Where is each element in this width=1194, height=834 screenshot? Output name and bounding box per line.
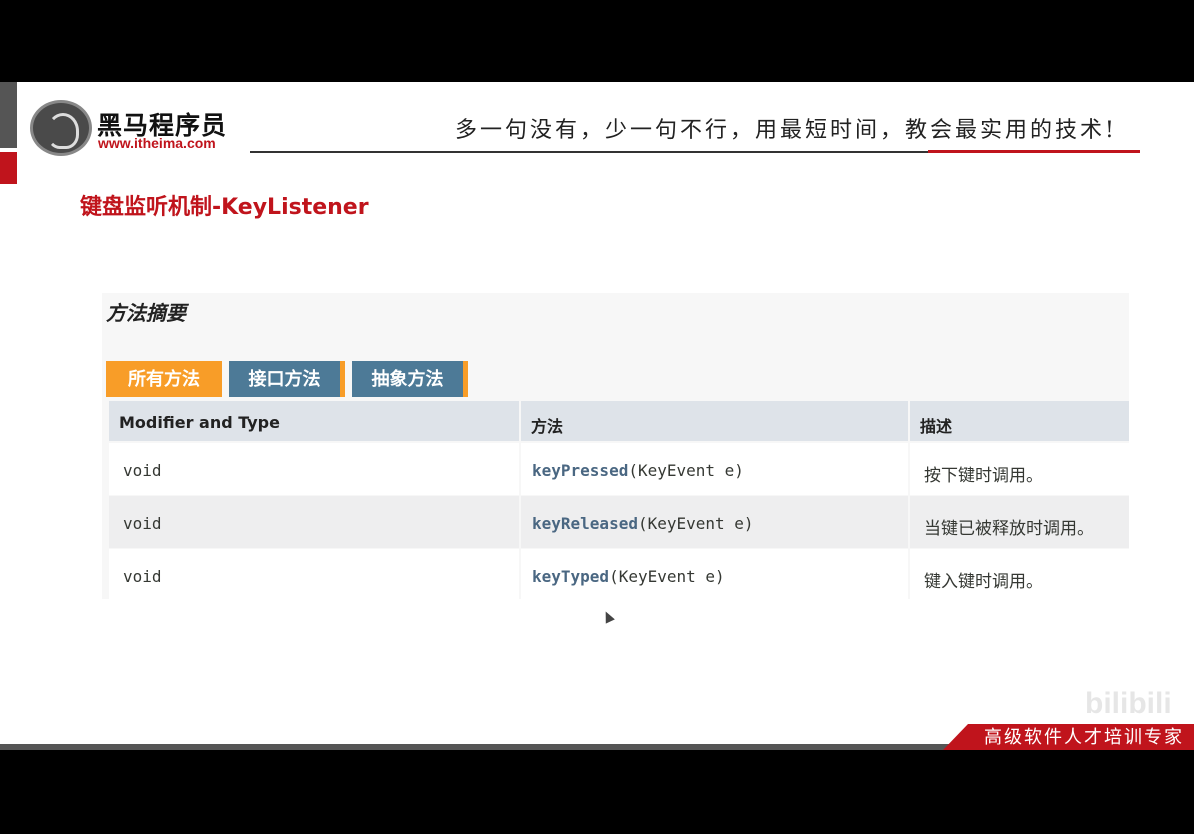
slide-title: 键盘监听机制-KeyListener	[80, 195, 369, 220]
header-divider	[250, 151, 928, 153]
column-header-description: 描述	[920, 417, 953, 436]
method-link[interactable]: keyTyped	[532, 567, 609, 586]
slide: 黑马程序员 www.itheima.com 多一句没有，少一句不行，用最短时间，…	[0, 82, 1194, 750]
table-cell: 按下键时调用。	[910, 443, 1129, 495]
header-divider-accent	[928, 150, 1140, 153]
method-signature: keyReleased(KeyEvent e)	[532, 514, 754, 533]
header-cell: 方法	[521, 401, 908, 441]
header-cell: Modifier and Type	[109, 401, 519, 441]
method-description: 键入键时调用。	[924, 572, 1043, 592]
tab-edge	[340, 361, 345, 397]
method-signature: keyTyped(KeyEvent e)	[532, 567, 725, 586]
horse-logo-icon	[30, 100, 92, 156]
table-row: void keyReleased(KeyEvent e) 当键已被释放时调用。	[109, 496, 1129, 548]
column-header-modifier: Modifier and Type	[119, 413, 280, 432]
tab-abstract-methods[interactable]: 抽象方法	[352, 361, 468, 397]
table-cell: keyPressed(KeyEvent e)	[521, 443, 908, 495]
panel-title: 方法摘要	[106, 301, 186, 325]
column-header-method: 方法	[531, 417, 564, 436]
method-link[interactable]: keyPressed	[532, 461, 628, 480]
table-cell: keyReleased(KeyEvent e)	[521, 496, 908, 548]
table-row: void keyPressed(KeyEvent e) 按下键时调用。	[109, 443, 1129, 495]
table-cell: void	[109, 443, 519, 495]
table-cell: void	[109, 549, 519, 601]
method-params: (KeyEvent e)	[637, 514, 754, 533]
tab-all-methods[interactable]: 所有方法	[106, 361, 222, 397]
footer-tagline: 高级软件人才培训专家	[968, 724, 1194, 750]
bilibili-watermark: bilibili	[1085, 687, 1172, 720]
tab-label: 抽象方法	[371, 369, 444, 390]
method-params: (KeyEvent e)	[628, 461, 744, 480]
table-cell: 键入键时调用。	[910, 549, 1129, 601]
method-signature: keyPressed(KeyEvent e)	[532, 461, 744, 480]
tab-interface-methods[interactable]: 接口方法	[229, 361, 345, 397]
table-row: void keyTyped(KeyEvent e) 键入键时调用。	[109, 549, 1129, 601]
left-accent-bar	[0, 82, 17, 148]
method-link[interactable]: keyReleased	[532, 514, 638, 533]
mouse-cursor-icon	[601, 609, 615, 624]
brand-url: www.itheima.com	[98, 135, 216, 151]
tab-label: 所有方法	[128, 369, 200, 390]
slogan: 多一句没有，少一句不行，用最短时间，教会最实用的技术!	[455, 118, 1117, 143]
method-summary-panel: 方法摘要 所有方法 接口方法 抽象方法 Modifier and Type 方法…	[102, 293, 1129, 601]
method-description: 当键已被释放时调用。	[924, 519, 1094, 539]
return-type: void	[123, 514, 162, 533]
return-type: void	[123, 461, 162, 480]
tab-edge	[463, 361, 468, 397]
header-cell: 描述	[910, 401, 1129, 441]
left-accent-bar-red	[0, 152, 17, 184]
return-type: void	[123, 567, 162, 586]
method-description: 按下键时调用。	[924, 466, 1043, 486]
footer-wedge	[943, 724, 968, 750]
table-cell: keyTyped(KeyEvent e)	[521, 549, 908, 601]
method-params: (KeyEvent e)	[609, 567, 725, 586]
table-header-row: Modifier and Type 方法 描述	[109, 401, 1129, 441]
tab-label: 接口方法	[248, 369, 321, 390]
table-cell: 当键已被释放时调用。	[910, 496, 1129, 548]
table-cell: void	[109, 496, 519, 548]
